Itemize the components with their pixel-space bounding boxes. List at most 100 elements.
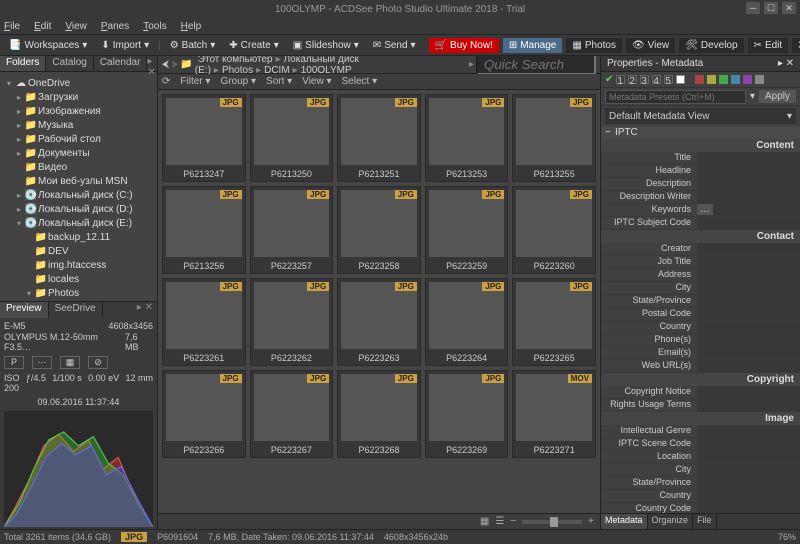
thumbnail[interactable]: JPGP6213255	[512, 94, 596, 182]
tree-item[interactable]: ▾📁Photos	[0, 286, 157, 300]
metadata-field[interactable]: Country Code	[601, 503, 800, 513]
thumbnail[interactable]: JPGP6213256	[162, 186, 246, 274]
metadata-field[interactable]: State/Province	[601, 477, 800, 490]
metadata-field[interactable]: City	[601, 464, 800, 477]
batch-button[interactable]: ⚙ Batch ▾	[165, 39, 221, 52]
thumbnail[interactable]: JPGP6213251	[337, 94, 421, 182]
close-button[interactable]: ✕	[782, 2, 796, 14]
metadata-field[interactable]: Headline	[601, 165, 800, 178]
zoom-in-icon[interactable]: +	[588, 516, 594, 527]
metadata-field[interactable]: Phone(s)	[601, 334, 800, 347]
metadata-field[interactable]: Copyright Notice	[601, 386, 800, 399]
breadcrumb-item[interactable]: Этот компьютер	[195, 56, 276, 65]
tree-item[interactable]: ▸💽Локальный диск (D:)	[0, 202, 157, 216]
refresh-icon[interactable]: ⟳	[162, 76, 170, 87]
mode-develop[interactable]: 🛠 Develop	[679, 38, 743, 53]
thumbnail[interactable]: JPGP6213250	[250, 94, 334, 182]
tree-item[interactable]: 📁backup_12.11	[0, 230, 157, 244]
maximize-button[interactable]: ☐	[764, 2, 778, 14]
tab-preview[interactable]: Preview	[0, 302, 49, 318]
mode-365[interactable]: 365	[792, 38, 800, 53]
thumbnail[interactable]: JPGP6213253	[425, 94, 509, 182]
zoom-out-icon[interactable]: −	[510, 516, 516, 527]
thumbnail[interactable]: JPGP6223260	[512, 186, 596, 274]
quick-search-input[interactable]	[476, 56, 596, 75]
thumbnail[interactable]: JPGP6223258	[337, 186, 421, 274]
tree-item[interactable]: ▸📁Рабочий стол	[0, 132, 157, 146]
thumbnail-grid[interactable]: JPGP6213247JPGP6213250JPGP6213251JPGP621…	[158, 90, 600, 513]
iptc-section[interactable]: IPTC	[615, 127, 638, 138]
tab-seedrive[interactable]: SeeDrive	[49, 302, 103, 318]
tree-item[interactable]: ▸📁Изображения	[0, 104, 157, 118]
apply-button[interactable]: Apply	[759, 90, 796, 103]
tab-file[interactable]: File	[693, 514, 717, 529]
thumbnail[interactable]: JPGP6223261	[162, 278, 246, 366]
rating-bar[interactable]: ✔ 12345	[601, 72, 800, 88]
metadata-field[interactable]: Job Title	[601, 256, 800, 269]
metadata-field[interactable]: Email(s)	[601, 347, 800, 360]
properties-close-icon[interactable]: ▸ ✕	[778, 58, 794, 69]
thumbnail[interactable]: JPGP6223263	[337, 278, 421, 366]
metadata-field[interactable]: Country	[601, 321, 800, 334]
metadata-field[interactable]: Web URL(s)	[601, 360, 800, 373]
thumbnail[interactable]: JPGP6223262	[250, 278, 334, 366]
metadata-field[interactable]: State/Province	[601, 295, 800, 308]
workspaces-button[interactable]: 📑 Workspaces ▾	[4, 39, 92, 52]
metadata-field[interactable]: Rights Usage Terms	[601, 399, 800, 412]
tree-item[interactable]: 📁DEV	[0, 244, 157, 258]
tab-organize[interactable]: Organize	[648, 514, 694, 529]
mode-photos[interactable]: ▦ Photos	[566, 38, 622, 53]
create-button[interactable]: ✚ Create ▾	[224, 39, 283, 52]
group-menu[interactable]: Group ▾	[220, 76, 256, 87]
metadata-field[interactable]: Country	[601, 490, 800, 503]
metadata-field[interactable]: Creator	[601, 243, 800, 256]
thumbnail[interactable]: MOVP6223271	[512, 370, 596, 458]
tree-item[interactable]: 📁Мои веб-узлы MSN	[0, 174, 157, 188]
view-list-icon[interactable]: ☰	[495, 516, 504, 527]
thumbnail[interactable]: JPGP6223259	[425, 186, 509, 274]
metadata-preset-input[interactable]	[605, 90, 746, 104]
thumbnail[interactable]: JPGP6223269	[425, 370, 509, 458]
mode-edit[interactable]: ✂ Edit	[748, 38, 789, 53]
menu-view[interactable]: View	[65, 21, 87, 32]
thumbnail[interactable]: JPGP6223265	[512, 278, 596, 366]
nav-fwd-icon[interactable]: ⮞	[171, 59, 178, 70]
menu-tools[interactable]: Tools	[143, 21, 166, 32]
metadata-field[interactable]: Keywords…	[601, 204, 800, 217]
menu-help[interactable]: Help	[181, 21, 202, 32]
menu-panes[interactable]: Panes	[101, 21, 129, 32]
metadata-field[interactable]: Postal Code	[601, 308, 800, 321]
metadata-field[interactable]: Location	[601, 451, 800, 464]
thumbnail[interactable]: JPGP6223266	[162, 370, 246, 458]
tree-item[interactable]: 📁img.htaccess	[0, 258, 157, 272]
mode-view[interactable]: 👁 View	[626, 38, 675, 53]
nav-up-icon[interactable]: 📁	[180, 59, 192, 70]
preset-menu-icon[interactable]: ▾	[750, 91, 755, 102]
tree-onedrive[interactable]: OneDrive	[28, 78, 70, 89]
metadata-view-select[interactable]: Default Metadata View▾	[605, 108, 796, 124]
import-button[interactable]: ⬇ Import ▾	[96, 39, 154, 52]
metadata-field[interactable]: Intellectual Genre	[601, 425, 800, 438]
metadata-field[interactable]: IPTC Scene Code	[601, 438, 800, 451]
metadata-field[interactable]: IPTC Subject Code	[601, 217, 800, 230]
metadata-field[interactable]: Address	[601, 269, 800, 282]
tree-item[interactable]: 📁locales	[0, 272, 157, 286]
tree-item[interactable]: ▸📁Музыка	[0, 118, 157, 132]
tree-item[interactable]: ▸💽Локальный диск (C:)	[0, 188, 157, 202]
select-menu[interactable]: Select ▾	[342, 76, 378, 87]
thumbnail[interactable]: JPGP6223267	[250, 370, 334, 458]
tab-metadata[interactable]: Metadata	[601, 514, 648, 529]
menu-file[interactable]: File	[4, 21, 20, 32]
metadata-field[interactable]: City	[601, 282, 800, 295]
tree-item[interactable]: ▾💽Локальный диск (E:)	[0, 216, 157, 230]
menu-edit[interactable]: Edit	[34, 21, 51, 32]
minimize-button[interactable]: ─	[746, 2, 760, 14]
view-mode-icon[interactable]: ▦	[480, 516, 489, 527]
thumbnail[interactable]: JPGP6223268	[337, 370, 421, 458]
slideshow-button[interactable]: ▣ Slideshow ▾	[288, 39, 364, 52]
view-menu[interactable]: View ▾	[302, 76, 331, 87]
folder-tree[interactable]: ▾☁OneDrive ▸📁Загрузки▸📁Изображения▸📁Музы…	[0, 72, 157, 301]
sort-menu[interactable]: Sort ▾	[266, 76, 292, 87]
tab-catalog[interactable]: Catalog	[46, 56, 93, 71]
preview-close-icon[interactable]: ▸ ✕	[137, 302, 157, 318]
